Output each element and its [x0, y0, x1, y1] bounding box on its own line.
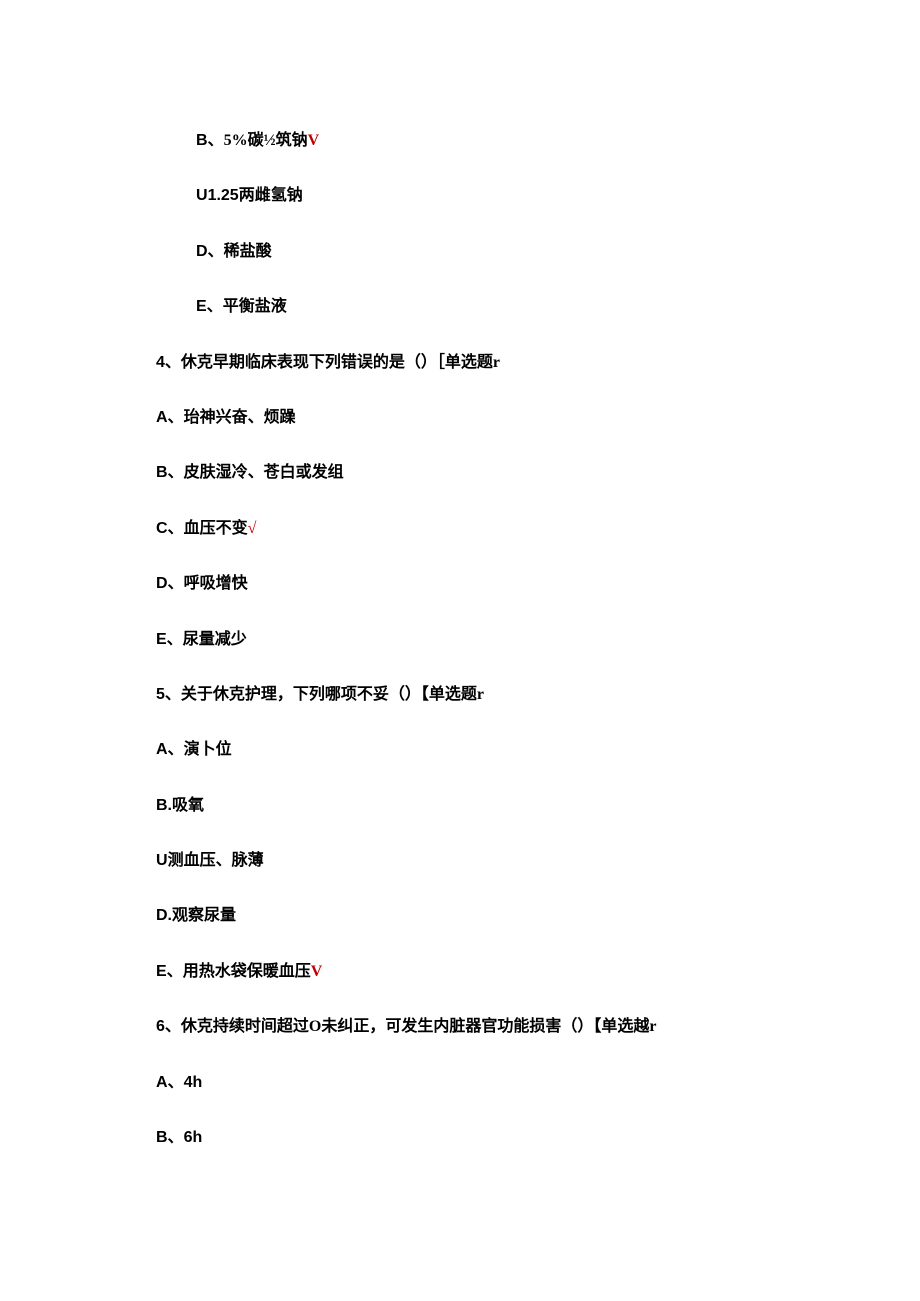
- question-number: 4、: [156, 354, 181, 371]
- option-prefix: U: [156, 852, 168, 869]
- question-text: 关于休克护理，下列哪项不妥（）【单选题r: [181, 686, 484, 703]
- q5-option-a: A、演卜位: [156, 739, 764, 761]
- q4-option-a: A、珆神兴奋、烦躁: [156, 407, 764, 429]
- q6-option-b: B、6h: [156, 1127, 764, 1149]
- q4-option-b: B、皮肤湿冷、苍白或发组: [156, 462, 764, 484]
- option-text: 观察尿量: [172, 907, 236, 924]
- option-prefix: E、: [156, 963, 183, 980]
- option-prefix: U: [196, 187, 208, 204]
- option-prefix: B、: [156, 464, 184, 481]
- question-5: 5、关于休克护理，下列哪项不妥（）【单选题r: [156, 684, 764, 706]
- question-4: 4、休克早期临床表现下列错误的是（）［单选题r: [156, 352, 764, 374]
- option-text: 珆神兴奋、烦躁: [184, 409, 296, 426]
- option-prefix: D.: [156, 907, 172, 924]
- q5-option-b: B.吸氧: [156, 795, 764, 817]
- q5-option-e: E、用热水袋保暖血压V: [156, 961, 764, 983]
- option-text: 测血压、脉薄: [168, 852, 264, 869]
- option-prefix: E、: [196, 298, 223, 315]
- option-prefix: B、: [156, 1129, 184, 1146]
- option-text: 平衡盐液: [223, 298, 287, 315]
- option-prefix: D、: [196, 243, 224, 260]
- question-number: 6、: [156, 1018, 181, 1035]
- q5-option-d: D.观察尿量: [156, 905, 764, 927]
- option-prefix: B.: [156, 797, 172, 814]
- option-text: 吸氧: [172, 797, 204, 814]
- option-text: 血压不变: [184, 520, 248, 537]
- option-text: 1.25两雌氢钠: [208, 187, 303, 204]
- q4-option-d: D、呼吸增快: [156, 573, 764, 595]
- option-text: 6h: [184, 1129, 203, 1146]
- option-text: 4h: [184, 1074, 203, 1091]
- option-text: 5%碳½筑钠: [224, 132, 308, 149]
- correct-mark: V: [311, 963, 323, 980]
- question-text: 休克早期临床表现下列错误的是（）［单选题r: [181, 354, 500, 371]
- option-text: 用热水袋保暖血压: [183, 963, 311, 980]
- option-text: 演卜位: [184, 741, 232, 758]
- option-b-prev: B、5%碳½筑钠V: [196, 130, 764, 152]
- correct-mark: √: [248, 520, 257, 537]
- option-e-prev: E、平衡盐液: [196, 296, 764, 318]
- q4-option-c: C、血压不变√: [156, 518, 764, 540]
- option-prefix: A、: [156, 741, 184, 758]
- option-prefix: D、: [156, 575, 184, 592]
- q6-option-a: A、4h: [156, 1072, 764, 1094]
- option-c-prev: U1.25两雌氢钠: [196, 185, 764, 207]
- q5-option-c: U测血压、脉薄: [156, 850, 764, 872]
- option-text: 稀盐酸: [224, 243, 272, 260]
- question-number: 5、: [156, 686, 181, 703]
- q4-option-e: E、尿量减少: [156, 629, 764, 651]
- option-prefix: A、: [156, 409, 184, 426]
- option-prefix: E、: [156, 631, 183, 648]
- question-text: 休克持续时间超过O未纠正，可发生内脏器官功能损害（）【单选越r: [181, 1018, 657, 1035]
- correct-mark: V: [308, 132, 320, 149]
- option-text: 呼吸增快: [184, 575, 248, 592]
- question-6: 6、休克持续时间超过O未纠正，可发生内脏器官功能损害（）【单选越r: [156, 1016, 764, 1038]
- option-prefix: C、: [156, 520, 184, 537]
- option-prefix: B、: [196, 132, 224, 149]
- option-d-prev: D、稀盐酸: [196, 241, 764, 263]
- option-text: 尿量减少: [183, 631, 247, 648]
- option-prefix: A、: [156, 1074, 184, 1091]
- option-text: 皮肤湿冷、苍白或发组: [184, 464, 344, 481]
